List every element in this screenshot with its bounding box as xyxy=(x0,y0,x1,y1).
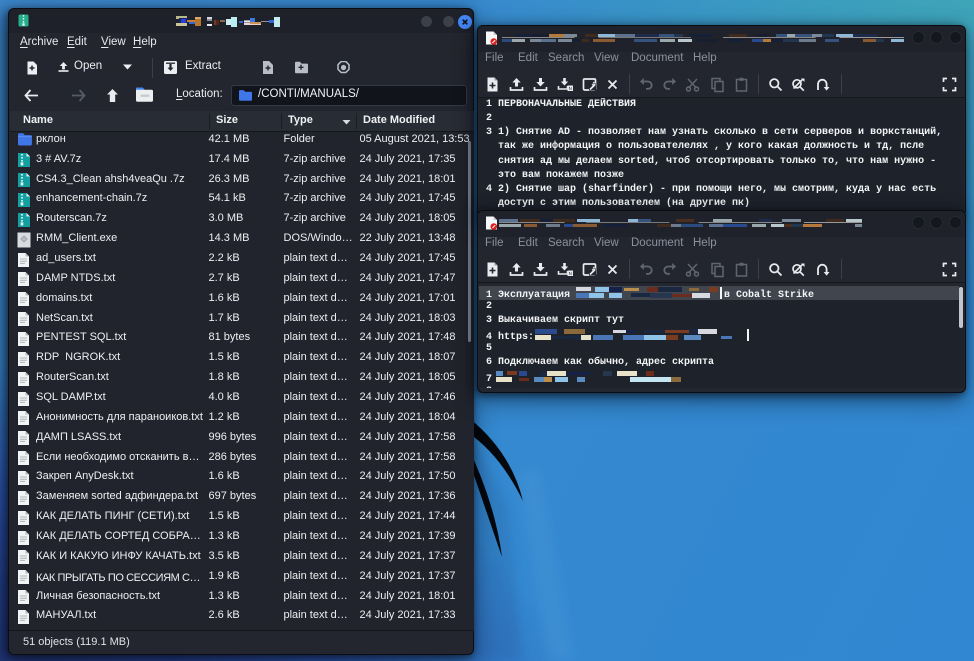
svg-text:N: N xyxy=(569,271,572,276)
svg-text:N: N xyxy=(569,86,572,91)
